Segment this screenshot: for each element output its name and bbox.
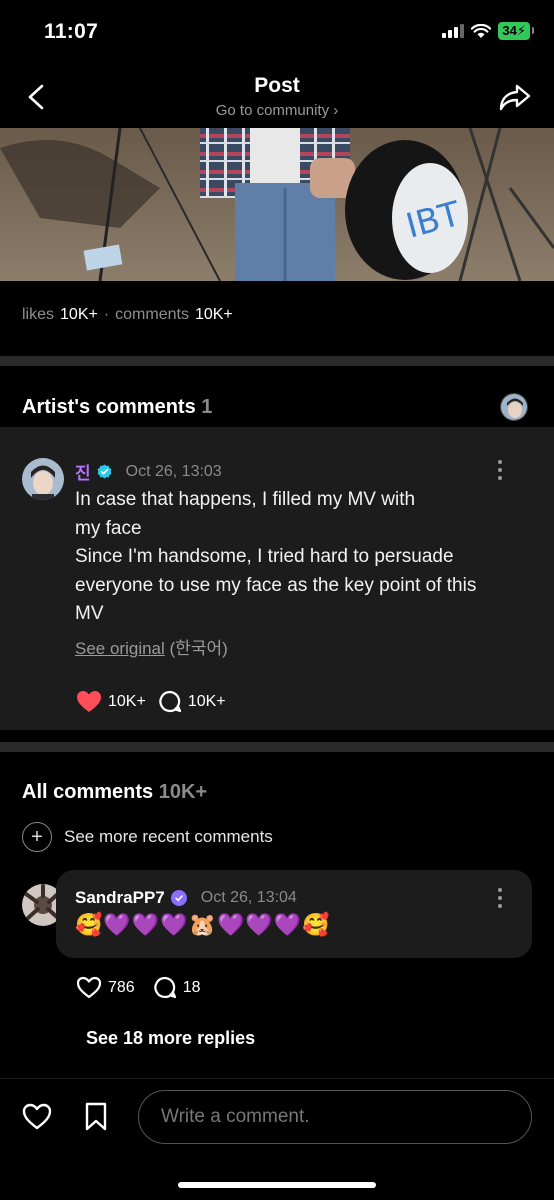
go-to-community-link[interactable]: Go to community › (0, 102, 554, 119)
post-stats: likes 10K+ · comments 10K+ (22, 306, 233, 324)
artist-avatar-small[interactable] (500, 393, 528, 421)
comments-label: comments (115, 306, 189, 323)
see-more-replies-button[interactable]: See 18 more replies (86, 1028, 255, 1049)
comment-bubble-icon (159, 690, 181, 713)
user-comment-date: Oct 26, 13:04 (200, 889, 297, 906)
user-comment-text: 🥰💜💜💜🐹💜💜💜🥰 (75, 912, 331, 937)
status-icons: 34⚡ (442, 22, 534, 40)
artist-avatar-small-image (501, 394, 527, 420)
likes-count: 10K+ (60, 306, 98, 323)
artist-comments-count: 1 (201, 396, 213, 418)
wifi-icon (471, 23, 492, 38)
see-more-recent-label: See more recent comments (64, 827, 273, 846)
verified-badge-icon (170, 890, 187, 906)
heart-outline-icon (76, 976, 102, 999)
cellular-signal-icon (442, 24, 465, 38)
user-comment-header: SandraPP7 Oct 26, 13:04 (75, 888, 297, 908)
comment-input[interactable]: Write a comment. (138, 1090, 532, 1144)
artist-name[interactable]: 진 (75, 459, 91, 484)
more-options-icon[interactable] (497, 460, 503, 480)
battery-icon: 34⚡ (498, 22, 534, 40)
share-icon[interactable] (498, 82, 532, 112)
post-image[interactable]: IBT (0, 128, 554, 281)
more-options-icon[interactable] (497, 888, 503, 908)
status-time: 11:07 (44, 20, 99, 43)
all-comments-label: All comments (22, 781, 154, 803)
all-comments-count: 10K+ (158, 781, 208, 803)
artist-comment-reactions: 10K+ 10K+ (76, 690, 238, 713)
comment-line: MV (75, 603, 104, 624)
like-count: 786 (108, 978, 135, 996)
post-header: Post Go to community › (0, 64, 554, 128)
artist-comment-text: In case that happens, I filled my MV wit… (75, 486, 525, 629)
see-more-recent-button[interactable]: + See more recent comments (22, 822, 273, 852)
bookmark-icon[interactable] (84, 1102, 108, 1131)
reply-button[interactable]: 10K+ (158, 690, 226, 713)
heart-filled-icon (77, 691, 101, 712)
reply-count: 18 (182, 978, 201, 996)
artist-comment-date: Oct 26, 13:03 (125, 462, 222, 480)
artist-comment-header: 진 Oct 26, 13:03 (75, 459, 222, 484)
plus-icon: + (22, 822, 52, 852)
home-indicator (178, 1182, 376, 1188)
artist-comments-label: Artist's comments (22, 396, 196, 418)
battery-level: 34 (502, 23, 517, 38)
comments-count: 10K+ (194, 306, 233, 323)
artist-comments-title: Artist's comments 1 (22, 396, 212, 419)
artist-avatar-image (22, 458, 64, 500)
original-language: (한국어) (169, 639, 228, 658)
artist-avatar[interactable] (22, 458, 64, 500)
post-photo: IBT (0, 128, 554, 281)
reply-count: 10K+ (187, 692, 226, 710)
reply-button[interactable]: 18 (153, 976, 201, 999)
likes-label: likes (22, 306, 55, 323)
page-title: Post (254, 74, 300, 97)
like-button[interactable]: 10K+ (76, 690, 146, 713)
comment-line: everyone to use my face as the key point… (75, 574, 477, 596)
section-divider (0, 742, 554, 752)
like-count: 10K+ (108, 692, 146, 710)
comment-bubble-icon (154, 976, 176, 999)
heart-outline-icon[interactable] (22, 1103, 52, 1130)
comment-line: Since I'm handsome, I tried hard to pers… (75, 546, 454, 567)
verified-badge-icon (97, 464, 112, 479)
comment-line: In case that happens, I filled my MV wit… (75, 489, 416, 510)
stats-separator: · (103, 306, 110, 323)
see-original-link[interactable]: See original (75, 639, 165, 658)
like-button[interactable]: 786 (76, 976, 135, 999)
user-comment-reactions: 786 18 (76, 976, 213, 999)
all-comments-title: All comments 10K+ (22, 781, 207, 804)
user-name[interactable]: SandraPP7 (75, 888, 165, 908)
section-divider (0, 356, 554, 366)
comment-line: my face (75, 517, 142, 539)
status-bar: 11:07 34⚡ (0, 0, 554, 64)
see-original-row: See original (한국어) (75, 634, 228, 659)
